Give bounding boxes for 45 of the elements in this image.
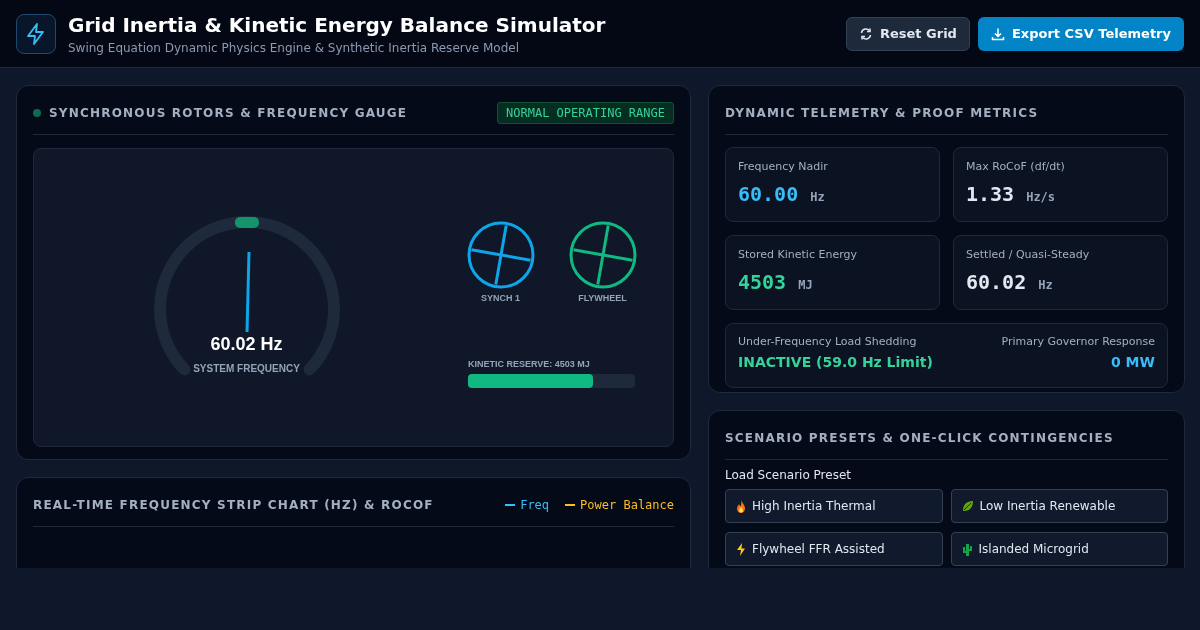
preset-button[interactable]: Islanded Microgrid [950,532,1168,566]
preset-button[interactable]: High Inertia Thermal [725,489,943,523]
metric-unit: MJ [798,278,813,292]
metric-value: 4503 [738,270,787,294]
app-title: Grid Inertia & Kinetic Energy Balance Simulator [68,12,607,37]
reset-button[interactable]: Reset Grid [845,16,970,51]
preset-button[interactable]: Low Inertia Renewable [950,489,1168,523]
card-title: SCENARIO PRESETS & ONE-CLICK CONTINGENCIES [725,431,1114,445]
legend-label: Power Balance [580,498,674,512]
export-button[interactable]: Export CSV Telemetry [977,16,1184,51]
card-title: REAL-TIME FREQUENCY STRIP CHART (HZ) & ROCOF [33,498,434,512]
leaf-icon [961,500,974,512]
status-dot [33,109,41,117]
metric-label: Under-Frequency Load Shedding [738,335,918,348]
card-title: DYNAMIC TELEMETRY & PROOF METRICS [725,106,1039,120]
metric-label: Frequency Nadir [738,160,829,173]
download-icon [990,26,1005,41]
metric-value: 60.02 [966,270,1027,294]
app-subtitle: Swing Equation Dynamic Physics Engine & Synthetic Inertia Reserve Model [68,40,521,55]
metric-value: 1.33 [966,182,1015,206]
flame-icon [736,499,746,513]
metric-unit: Hz [1038,278,1053,292]
preset-button[interactable]: Flywheel FFR Assisted [725,532,943,566]
metric-label: Max RoCoF (df/dt) [966,160,1066,173]
metric-label: Settled / Quasi-Steady [966,248,1091,261]
rotor-label: FLYWHEEL [578,293,627,303]
governor-value: 0 MW [1111,354,1155,370]
metric-unit: Hz/s [1026,190,1056,204]
preset-label: Load Scenario Preset [725,468,852,482]
refresh-icon [858,26,873,41]
bolt-icon [736,542,746,556]
shedding-status: INACTIVE (59.0 Hz Limit) [738,354,933,370]
card-title: SYNCHRONOUS ROTORS & FREQUENCY GAUGE [49,106,408,120]
gauge-caption: SYSTEM FREQUENCY [193,362,300,374]
rotor-label: SYNCH 1 [481,293,520,303]
cactus-icon [961,542,973,556]
metric-label: Stored Kinetic Energy [738,248,858,261]
frequency-reading: 60.02 Hz [210,333,283,355]
legend-label: Freq [520,498,550,512]
reserve-label: KINETIC RESERVE: 4503 MJ [468,359,591,369]
metric-unit: Hz [810,190,825,204]
status-badge: NORMAL OPERATING RANGE [497,102,674,124]
lightning-icon [26,22,46,45]
metric-label: Primary Governor Response [1001,335,1155,348]
metric-value: 60.00 [738,182,799,206]
